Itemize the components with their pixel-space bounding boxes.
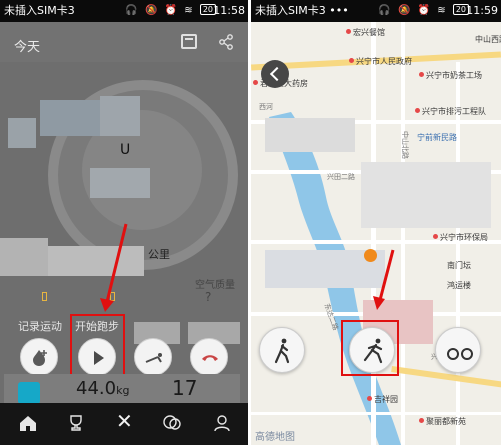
street-label: 西河 [259,103,273,111]
road [401,22,405,445]
poi-label: 宏兴餐馆 [346,27,385,38]
map-watermark: 高德地图 [255,432,295,443]
status-icons: 🎧 🔕 ⏰ ≋ 20 [378,0,469,22]
poi-label: 兴宁市人民政府 [349,56,412,67]
street-label: 兴田二路 [327,173,355,181]
flame-plus-icon [33,350,47,366]
clock: 11:59 [466,4,498,17]
plank-icon [145,353,162,363]
blurred-region [361,162,491,228]
map-view[interactable]: 宏兴餐馆 兴宁市人民政府 兴宁市奶茶工场 君之堂大药房 兴宁市排污工程队 宁前新… [251,22,501,445]
home-icon[interactable] [18,413,38,433]
cycling-mode-button[interactable] [435,327,481,373]
walking-icon [274,338,290,364]
flame-small-icon [42,292,47,301]
back-button[interactable] [261,60,289,88]
pointer-arrow [100,223,128,312]
poi-label: 兴宁市环保局 [433,232,488,243]
weight-reading: 44.0kg [76,378,130,399]
blurred-region [265,118,355,152]
handset-icon [202,355,218,361]
poi-label: 南门坛 [447,261,471,270]
blurred-region [90,168,150,198]
poi-label: 鸿运楼 [447,281,471,290]
pointer-arrow [373,249,395,310]
hangup-workout-button[interactable] [190,338,228,376]
status-icons: 🎧 🔕 ⏰ ≋ 20 [125,0,216,22]
ring-letter: U [120,142,131,158]
calendar-icon[interactable] [181,34,197,49]
blurred-region [40,100,100,136]
page-title: 今天 [14,40,41,55]
poi-label: 兴宁市排污工程队 [415,106,486,117]
blurred-region [100,96,140,136]
add-workout-button[interactable] [20,338,58,376]
left-phone-screen: 未插入SIM卡3 🎧 🔕 ⏰ ≋ 20 11:58 今天 U 公里 空气质量 ?… [0,0,248,445]
poi-label: 兴宁市奶茶工场 [419,70,482,81]
poi-label: 吉祥园 [367,394,398,405]
clock: 11:58 [213,4,245,17]
poi-label: 中山西路 [475,35,501,44]
carrier-text: 未插入SIM卡3 [4,4,75,17]
air-quality-label: 空气质量 [195,280,235,291]
status-bar: 未插入SIM卡3 🎧 🔕 ⏰ ≋ 20 11:58 [0,0,248,22]
blurred-region [8,118,36,148]
close-tab-button[interactable]: ✕ [116,409,133,433]
scale-icon [18,382,40,404]
status-bar: 未插入SIM卡3 ••• 🎧 🔕 ⏰ ≋ 20 11:59 [251,0,501,22]
walking-mode-button[interactable] [259,327,305,373]
chat-icon[interactable] [162,413,182,433]
highlight-box-start [70,314,125,380]
road [251,412,501,415]
air-quality-value: ? [205,290,212,304]
blurred-region [0,238,48,276]
distance-unit: 公里 [148,248,170,261]
trophy-icon[interactable] [66,413,86,433]
carrier-text: 未插入SIM卡3 ••• [255,4,349,17]
profile-icon[interactable] [212,413,232,433]
right-phone-screen: 未插入SIM卡3 ••• 🎧 🔕 ⏰ ≋ 20 11:59 宏兴餐馆 兴宁市人民… [251,0,501,445]
share-icon[interactable] [218,34,234,50]
street-label: 中山北路 [401,131,409,159]
bicycle-icon [447,348,473,360]
poi-label: 宁前新民路 [417,133,457,142]
poi-label: 聚丽都新苑 [419,416,466,427]
road [371,22,376,445]
plank-workout-button[interactable] [134,338,172,376]
count-reading: 17 [172,376,198,400]
highlight-box-running [341,320,399,376]
record-workout-label: 记录运动 [18,320,62,333]
